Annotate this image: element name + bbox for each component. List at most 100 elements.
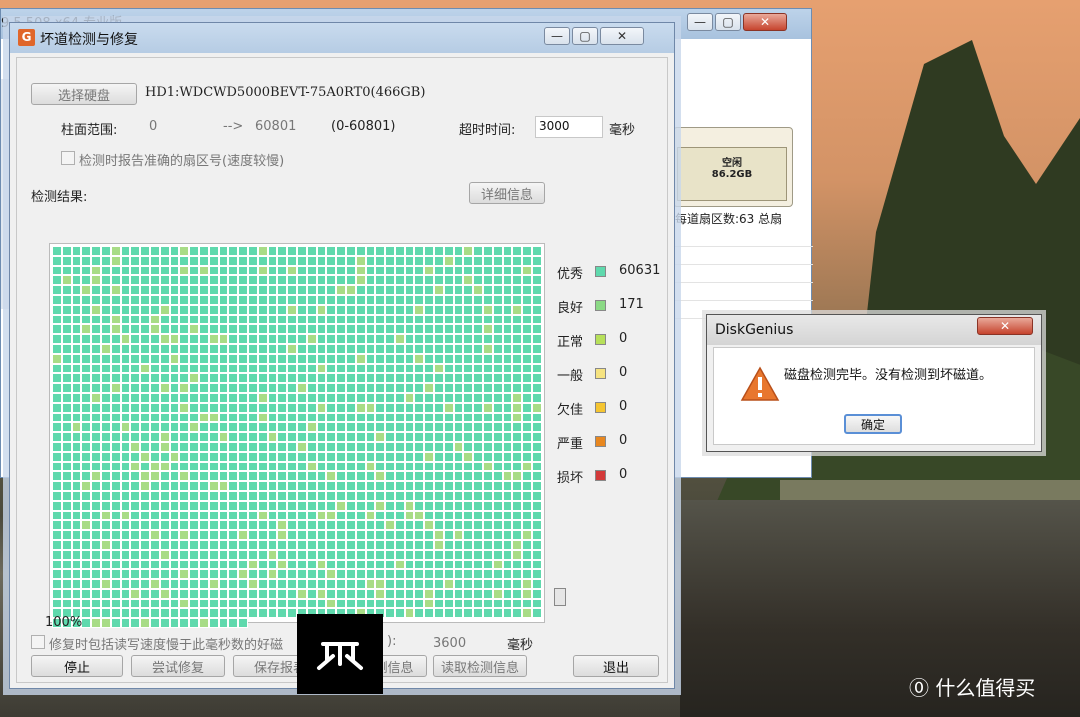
sector-cell bbox=[100, 490, 111, 501]
list-row bbox=[673, 285, 813, 301]
sector-cell bbox=[159, 588, 170, 599]
sector-cell bbox=[100, 471, 111, 482]
sector-cell bbox=[443, 441, 454, 452]
sector-cell bbox=[189, 402, 199, 413]
read-info-button[interactable]: 读取检测信息 bbox=[433, 655, 527, 677]
exit-button[interactable]: 退出 bbox=[573, 655, 659, 677]
sector-cell bbox=[434, 441, 444, 452]
sector-cell bbox=[198, 559, 209, 570]
sector-cell bbox=[110, 461, 121, 472]
timeout-input[interactable]: 3000 bbox=[535, 116, 603, 138]
sector-cell bbox=[110, 353, 121, 364]
sector-cell bbox=[71, 598, 82, 609]
sector-cell bbox=[257, 334, 268, 344]
sector-cell bbox=[385, 255, 395, 266]
sector-cell bbox=[453, 285, 464, 295]
sector-cell bbox=[345, 324, 356, 335]
sector-cell bbox=[345, 285, 356, 295]
sector-cell bbox=[434, 314, 444, 325]
legend-label: 优秀 bbox=[557, 267, 584, 282]
sector-cell bbox=[306, 383, 317, 393]
sector-cell bbox=[522, 608, 533, 619]
sector-cell bbox=[355, 432, 366, 442]
sector-cell bbox=[483, 432, 493, 442]
minimize-button[interactable]: — bbox=[544, 27, 570, 45]
close-button[interactable]: ✕ bbox=[600, 27, 644, 45]
sector-cell bbox=[208, 383, 219, 393]
sector-cell bbox=[394, 246, 405, 256]
repair-slow-checkbox[interactable] bbox=[31, 635, 45, 649]
free-partition-block[interactable]: 空闲 86.2GB bbox=[677, 147, 787, 201]
sector-cell bbox=[414, 246, 425, 256]
sector-cell bbox=[61, 353, 72, 364]
sector-cell bbox=[140, 343, 150, 354]
sector-cell bbox=[306, 294, 317, 305]
sector-cell bbox=[414, 422, 425, 433]
sector-cell bbox=[375, 481, 386, 491]
sector-cell bbox=[532, 363, 542, 374]
sector-cell bbox=[228, 373, 239, 384]
sector-cell bbox=[159, 392, 170, 403]
sector-cell bbox=[208, 412, 219, 423]
sector-cell bbox=[453, 265, 464, 276]
sector-cell bbox=[277, 432, 288, 442]
sector-cell bbox=[267, 432, 278, 442]
sector-cell bbox=[502, 559, 513, 570]
sector-cell bbox=[385, 422, 395, 433]
try-repair-button[interactable]: 尝试修复 bbox=[131, 655, 225, 677]
sector-cell bbox=[287, 314, 297, 325]
sector-cell bbox=[120, 432, 131, 442]
sector-cell bbox=[365, 285, 376, 295]
sector-cell bbox=[218, 334, 229, 344]
sector-cell bbox=[110, 530, 121, 540]
sector-cell bbox=[306, 363, 317, 374]
sector-cell bbox=[414, 490, 425, 501]
sector-cell bbox=[120, 441, 131, 452]
sector-cell bbox=[61, 383, 72, 393]
sector-cell bbox=[473, 373, 484, 384]
sector-cell bbox=[238, 334, 248, 344]
sector-cell bbox=[91, 539, 101, 550]
maximize-button[interactable]: ▢ bbox=[715, 13, 741, 31]
report-sector-checkbox[interactable] bbox=[61, 151, 75, 165]
sector-cell bbox=[394, 314, 405, 325]
legend-swatch bbox=[595, 266, 606, 277]
sector-cell bbox=[267, 265, 278, 276]
sector-cell bbox=[228, 598, 239, 609]
sector-cell bbox=[81, 304, 92, 315]
sector-cell bbox=[169, 255, 180, 266]
minimize-button[interactable]: — bbox=[687, 13, 713, 31]
sector-cell bbox=[208, 441, 219, 452]
sector-cell bbox=[198, 608, 209, 619]
sector-cell bbox=[306, 530, 317, 540]
sector-cell bbox=[424, 432, 435, 442]
sector-cell bbox=[394, 569, 405, 580]
ok-button[interactable]: 确定 bbox=[844, 414, 902, 434]
sector-cell bbox=[492, 363, 503, 374]
sector-cell bbox=[71, 432, 82, 442]
sector-cell bbox=[463, 402, 474, 413]
maximize-button[interactable]: ▢ bbox=[572, 27, 598, 45]
select-disk-button[interactable]: 选择硬盘 bbox=[31, 83, 137, 105]
sector-cell bbox=[218, 246, 229, 256]
sector-cell bbox=[140, 618, 150, 629]
sector-cell bbox=[228, 549, 239, 560]
sector-cell bbox=[287, 510, 297, 521]
close-button[interactable]: ✕ bbox=[977, 317, 1033, 335]
sector-cell bbox=[385, 461, 395, 472]
stop-button[interactable]: 停止 bbox=[31, 655, 123, 677]
sector-cell bbox=[424, 598, 435, 609]
sector-cell bbox=[277, 461, 288, 472]
sector-cell bbox=[169, 500, 180, 511]
scrollbar-thumb[interactable] bbox=[554, 588, 566, 606]
sector-cell bbox=[198, 255, 209, 266]
sector-cell bbox=[296, 569, 307, 580]
close-button[interactable]: ✕ bbox=[743, 13, 787, 31]
sector-cell bbox=[228, 539, 239, 550]
sector-cell bbox=[287, 569, 297, 580]
detail-info-button[interactable]: 详细信息 bbox=[469, 182, 545, 204]
sector-cell bbox=[228, 579, 239, 589]
sector-cell bbox=[169, 392, 180, 403]
sector-cell bbox=[512, 559, 523, 570]
sector-cell bbox=[247, 461, 258, 472]
